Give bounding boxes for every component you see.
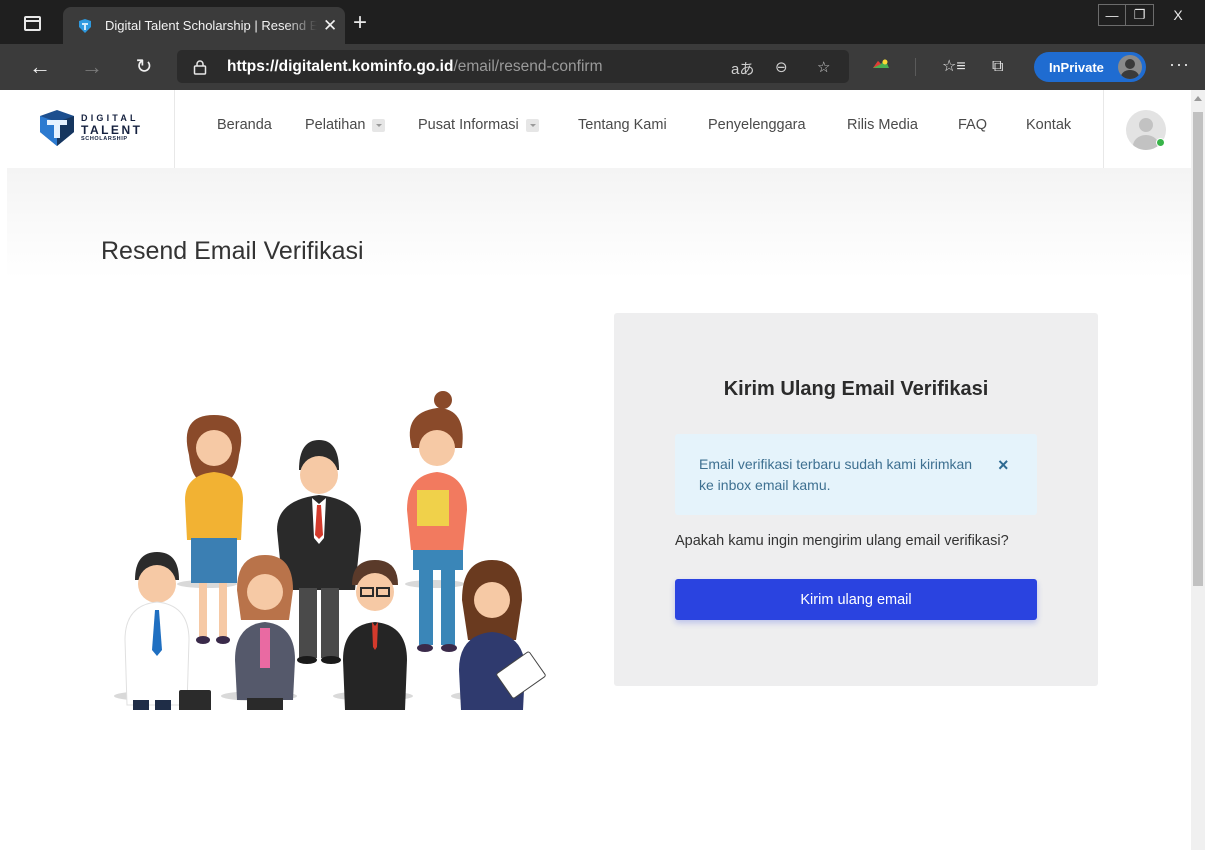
logo-line-3: SCHOLARSHIP (81, 135, 128, 142)
favorites-icon[interactable]: ☆≡ (942, 58, 966, 76)
browser-tab-bar: Digital Talent Scholarship | Resend Emai… (0, 0, 1205, 44)
browser-tab-active[interactable]: Digital Talent Scholarship | Resend Emai… (63, 7, 345, 44)
header-divider-left (174, 90, 175, 168)
logo-mark-icon (40, 110, 74, 146)
resend-email-button[interactable]: Kirim ulang email (675, 579, 1037, 620)
nav-item-beranda[interactable]: Beranda (217, 117, 272, 133)
toolbar-separator (915, 58, 916, 76)
site-logo[interactable]: DIGITAL TALENT SCHOLARSHIP (37, 108, 142, 148)
nav-item-pelatihan[interactable]: Pelatihan (305, 117, 386, 133)
chevron-down-icon (525, 118, 539, 132)
url-scheme: https:// (227, 57, 279, 75)
tab-actions-icon[interactable] (24, 16, 41, 31)
back-arrow-icon[interactable]: ← (27, 55, 53, 79)
inprivate-badge[interactable]: InPrivate (1034, 52, 1146, 82)
nav-label: Pelatihan (305, 117, 366, 133)
nav-label: Tentang Kami (578, 117, 667, 133)
window-close-button[interactable]: X (1158, 4, 1198, 26)
nav-item-rilis-media[interactable]: Rilis Media (847, 117, 918, 133)
scrollbar-thumb[interactable] (1193, 112, 1203, 586)
success-alert: Email verifikasi terbaru sudah kami kiri… (675, 434, 1037, 515)
logo-line-1: DIGITAL (81, 112, 139, 123)
zoom-out-icon[interactable]: ⊖ (775, 58, 788, 76)
page-scrollbar[interactable] (1191, 90, 1205, 850)
logo-line-2: TALENT (81, 122, 143, 137)
profile-avatar-icon (1118, 55, 1142, 79)
scroll-up-arrow-icon[interactable] (1194, 96, 1202, 101)
alert-close-icon[interactable]: × (998, 455, 1009, 476)
inprivate-label: InPrivate (1049, 59, 1104, 75)
nav-item-tentang-kami[interactable]: Tentang Kami (578, 117, 667, 133)
nav-item-penyelenggara[interactable]: Penyelenggara (708, 117, 806, 133)
read-aloud-icon[interactable]: aあ (731, 58, 754, 79)
team-illustration (114, 391, 546, 710)
browser-toolbar: ← → ↻ https://digitalent.kominfo.go.id/e… (0, 44, 1205, 90)
window-restore-button[interactable]: ❐ (1126, 4, 1154, 26)
tab-title: Digital Talent Scholarship | Resend Emai… (105, 18, 317, 33)
lock-icon[interactable] (193, 59, 207, 75)
chevron-down-icon (372, 118, 386, 132)
refresh-icon[interactable]: ↻ (131, 55, 157, 79)
nav-label: Beranda (217, 117, 272, 133)
resend-card: Kirim Ulang Email Verifikasi Email verif… (614, 313, 1098, 686)
nav-label: FAQ (958, 117, 988, 133)
address-bar[interactable]: https://digitalent.kominfo.go.id/email/r… (177, 50, 849, 83)
nav-item-faq[interactable]: FAQ (958, 117, 987, 133)
nav-item-kontak[interactable]: Kontak (1026, 117, 1071, 133)
page-viewport: DIGITAL TALENT SCHOLARSHIP Beranda Pelat… (7, 90, 1191, 850)
nav-label: Pusat Informasi (418, 117, 519, 133)
person-back-left (185, 415, 243, 644)
page-title: Resend Email Verifikasi (101, 237, 364, 265)
new-tab-button[interactable]: + (353, 11, 367, 35)
add-favorite-icon[interactable]: ☆ (817, 58, 830, 76)
window-minimize-button[interactable]: — (1098, 4, 1126, 26)
resend-question: Apakah kamu ingin mengirim ulang email v… (675, 533, 1009, 549)
logo-wordmark: DIGITAL TALENT SCHOLARSHIP (81, 112, 143, 143)
person-front-mid-left (235, 555, 295, 710)
collections-icon[interactable]: ⧉ (992, 58, 1003, 76)
url-text: https://digitalent.kominfo.go.id/email/r… (227, 58, 602, 76)
nav-label: Kontak (1026, 117, 1072, 133)
nav-label: Rilis Media (847, 117, 918, 133)
nav-item-pusat-informasi[interactable]: Pusat Informasi (418, 117, 539, 133)
site-favicon-icon (79, 18, 91, 33)
person-front-mid-right (343, 560, 407, 710)
online-status-dot (1156, 138, 1165, 147)
person-back-center (277, 440, 361, 664)
url-host: digitalent.kominfo.go.id (278, 57, 454, 75)
tab-close-icon[interactable]: ✕ (323, 17, 337, 34)
header-divider-right (1103, 90, 1104, 168)
nav-label: Penyelenggara (708, 117, 806, 133)
person-front-right (459, 560, 546, 710)
alert-message: Email verifikasi terbaru sudah kami kiri… (699, 456, 973, 493)
forward-arrow-icon[interactable]: → (79, 55, 105, 79)
card-title: Kirim Ulang Email Verifikasi (723, 378, 989, 400)
site-header: DIGITAL TALENT SCHOLARSHIP Beranda Pelat… (7, 90, 1191, 168)
more-options-icon[interactable]: ··· (1169, 54, 1190, 75)
url-path: /email/resend-confirm (453, 57, 603, 75)
person-back-right (407, 391, 467, 652)
extension-icon[interactable] (872, 58, 890, 77)
